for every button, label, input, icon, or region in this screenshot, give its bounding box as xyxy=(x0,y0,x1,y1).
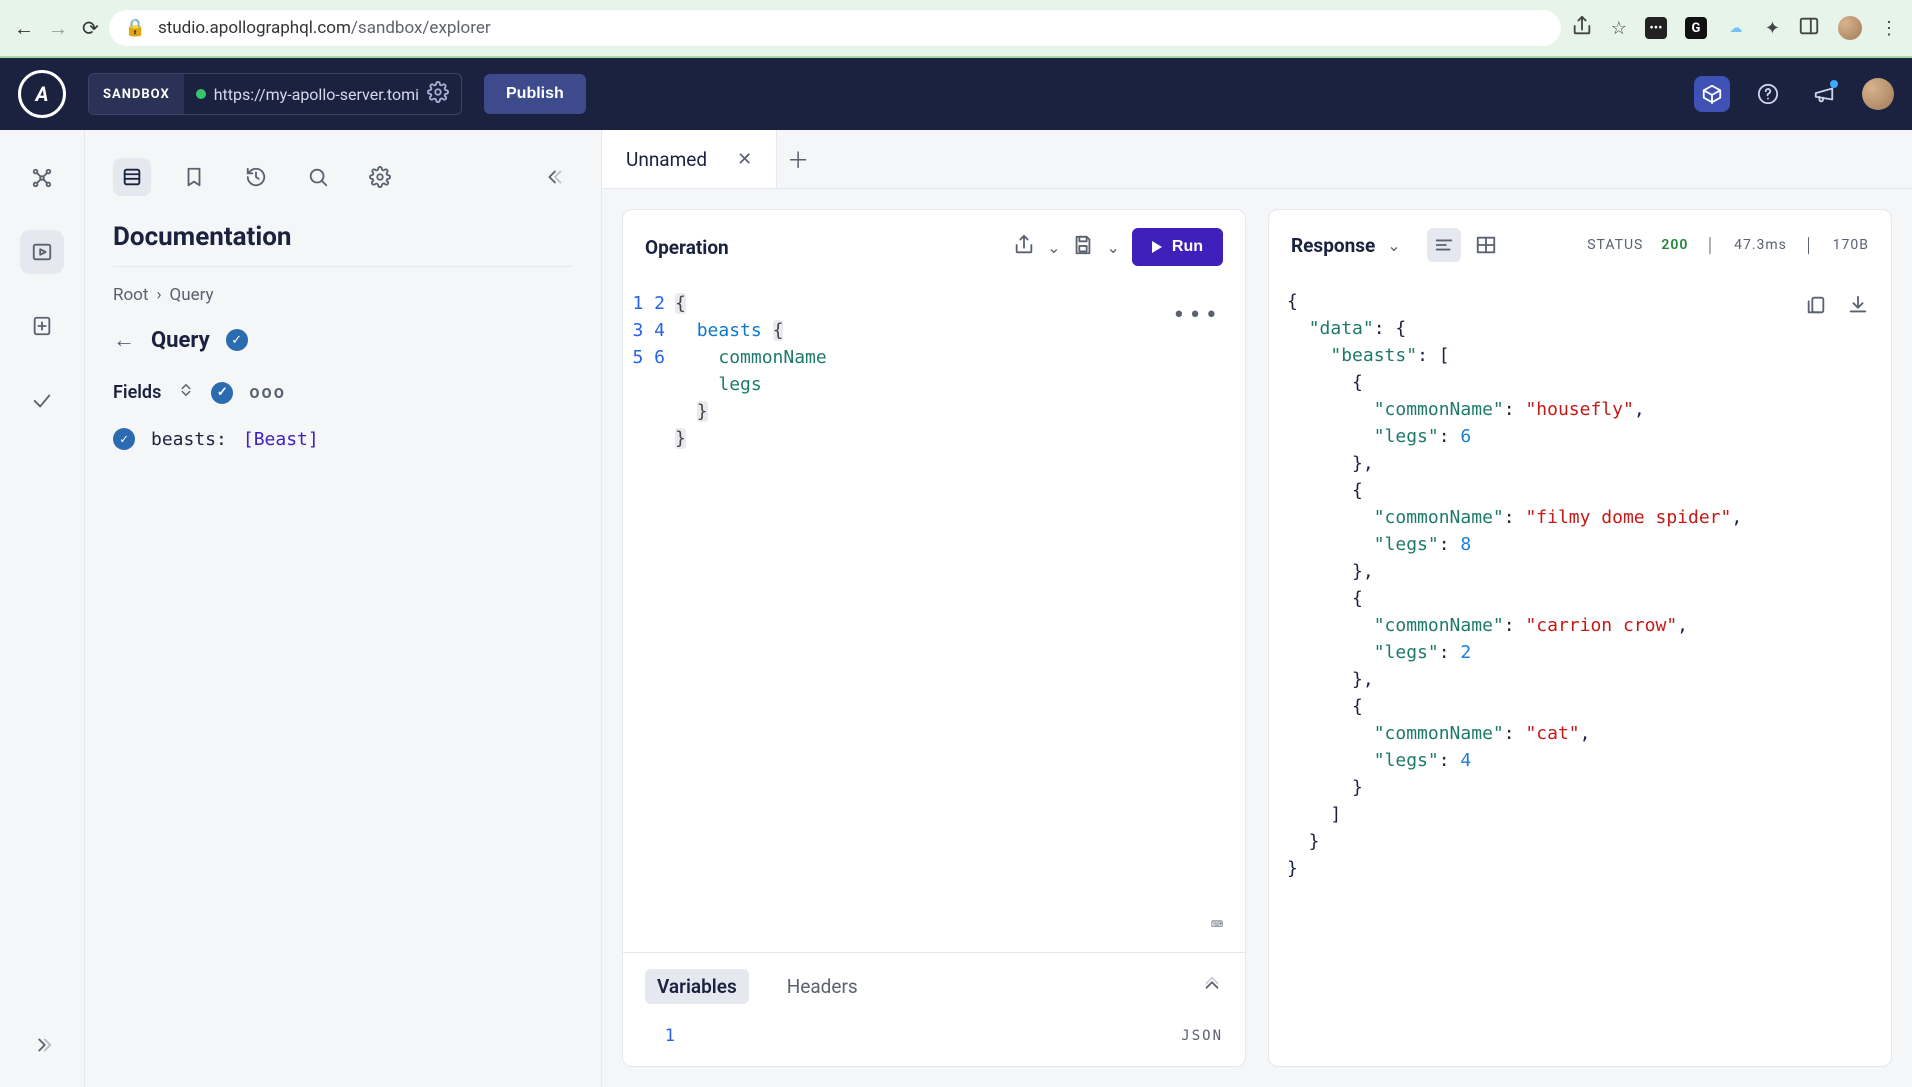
download-response-icon[interactable] xyxy=(1847,294,1869,324)
help-icon[interactable] xyxy=(1750,76,1786,112)
rail-diff-icon[interactable] xyxy=(20,304,64,348)
field-type: [Beast] xyxy=(243,429,319,450)
collapse-doc-icon[interactable] xyxy=(535,158,573,196)
response-body[interactable]: { "data": { "beasts": [ { "commonName": … xyxy=(1269,280,1891,1066)
check-badge-icon[interactable]: ✓ xyxy=(226,329,248,351)
ext-3-icon[interactable]: ☁︎ xyxy=(1725,17,1747,39)
announcements-icon[interactable] xyxy=(1806,76,1842,112)
response-heading: Response xyxy=(1291,234,1375,257)
status-dot-icon xyxy=(196,89,206,99)
lock-icon: 🔒 xyxy=(125,18,146,38)
status-code: 200 xyxy=(1661,237,1688,253)
run-button-label: Run xyxy=(1172,238,1203,256)
user-avatar[interactable] xyxy=(1862,78,1894,110)
doc-settings-icon[interactable] xyxy=(361,158,399,196)
sort-icon[interactable] xyxy=(177,381,195,404)
rail-schema-icon[interactable] xyxy=(20,156,64,200)
nav-forward-icon[interactable]: → xyxy=(48,16,68,41)
back-arrow-icon[interactable]: ← xyxy=(113,327,135,353)
field-name: beasts: xyxy=(151,429,227,450)
tab-add-button[interactable]: ＋ xyxy=(777,130,819,188)
breadcrumb: Root › Query xyxy=(113,285,573,305)
sandbox-badge: SANDBOX xyxy=(89,74,184,114)
line-gutter: 1 2 3 4 5 6 xyxy=(623,290,675,452)
field-check-icon[interactable]: ✓ xyxy=(113,428,135,450)
share-icon[interactable] xyxy=(1571,15,1593,42)
response-timing: 47.3ms xyxy=(1734,237,1787,253)
operation-tabbar: Unnamed ✕ ＋ xyxy=(602,130,1912,189)
tab-label: Unnamed xyxy=(626,148,707,171)
field-row[interactable]: ✓ beasts: [Beast] xyxy=(113,428,573,450)
left-rail xyxy=(0,130,85,1087)
doc-view-icon[interactable] xyxy=(113,158,151,196)
vars-line-number: 1 xyxy=(645,1026,675,1046)
tab-variables[interactable]: Variables xyxy=(645,969,749,1004)
keyboard-shortcuts-icon[interactable]: ⌨ xyxy=(1211,911,1223,938)
variables-panel: Variables Headers 1 JSON xyxy=(623,952,1245,1066)
response-dropdown-icon[interactable]: ⌄ xyxy=(1387,236,1400,255)
editor-overflow-icon[interactable]: ••• xyxy=(1172,302,1221,329)
url-host: studio.apollographql.com xyxy=(158,18,351,38)
rail-expand-icon[interactable] xyxy=(20,1023,64,1067)
operation-editor[interactable]: ••• 1 2 3 4 5 6 { beasts { commonName le… xyxy=(623,284,1245,952)
view-table-icon[interactable] xyxy=(1469,228,1503,262)
fields-label: Fields xyxy=(113,382,161,403)
status-label: STATUS xyxy=(1587,237,1643,253)
rail-checks-icon[interactable] xyxy=(20,378,64,422)
fields-check-icon[interactable]: ✓ xyxy=(211,382,233,404)
share-operation-icon[interactable] xyxy=(1013,234,1035,260)
breadcrumb-root[interactable]: Root xyxy=(113,285,148,305)
operation-panel: Operation ⌄ ⌄ Run ••• xyxy=(622,209,1246,1067)
response-size: 170B xyxy=(1833,237,1869,253)
topbar-primary-action[interactable] xyxy=(1694,76,1730,112)
save-menu-chevron-icon[interactable]: ⌄ xyxy=(1106,238,1119,257)
view-json-icon[interactable] xyxy=(1427,228,1461,262)
app-topbar: A SANDBOX https://my-apollo-server.tomi … xyxy=(0,58,1912,130)
bookmark-icon[interactable] xyxy=(175,158,213,196)
query-type-title: Query xyxy=(151,328,210,353)
history-icon[interactable] xyxy=(237,158,275,196)
star-icon[interactable]: ☆ xyxy=(1611,18,1627,39)
url-path: /sandbox/explorer xyxy=(351,18,491,38)
apollo-logo[interactable]: A xyxy=(18,70,66,118)
notification-dot-icon xyxy=(1830,80,1838,88)
fields-heading: Fields ✓ ooo xyxy=(113,381,573,404)
vars-format-label: JSON xyxy=(1181,1028,1223,1044)
tab-unnamed[interactable]: Unnamed ✕ xyxy=(602,130,777,188)
save-operation-icon[interactable] xyxy=(1072,234,1094,260)
side-panel-icon[interactable] xyxy=(1798,15,1820,42)
breadcrumb-query[interactable]: Query xyxy=(170,285,214,305)
collapse-vars-icon[interactable] xyxy=(1201,974,1223,1000)
operation-heading: Operation xyxy=(645,236,729,259)
nav-reload-icon[interactable]: ⟳ xyxy=(82,16,99,40)
chrome-menu-icon[interactable]: ⋮ xyxy=(1880,18,1898,39)
ext-2-icon[interactable]: G xyxy=(1685,17,1707,39)
fields-more-icon[interactable]: ooo xyxy=(249,382,286,403)
search-icon[interactable] xyxy=(299,158,337,196)
sandbox-endpoint: SANDBOX https://my-apollo-server.tomi xyxy=(88,73,462,115)
documentation-pane: Documentation Root › Query ← Query ✓ Fie… xyxy=(85,130,602,1087)
publish-button[interactable]: Publish xyxy=(484,74,586,114)
tab-headers[interactable]: Headers xyxy=(775,969,870,1004)
server-url[interactable]: https://my-apollo-server.tomi xyxy=(214,85,419,104)
run-button[interactable]: Run xyxy=(1132,228,1223,266)
ext-1-icon[interactable]: ••• xyxy=(1645,17,1667,39)
nav-back-icon[interactable]: ← xyxy=(14,16,34,41)
response-status: STATUS 200 │ 47.3ms │ 170B xyxy=(1587,237,1869,254)
operation-code[interactable]: { beasts { commonName legs } } xyxy=(675,290,1245,452)
chevron-right-icon: › xyxy=(156,285,161,305)
endpoint-settings-icon[interactable] xyxy=(427,81,449,107)
documentation-title: Documentation xyxy=(113,222,573,267)
chrome-actions: ☆ ••• G ☁︎ ✦ ⋮ xyxy=(1571,15,1898,42)
rail-explorer-icon[interactable] xyxy=(20,230,64,274)
response-json: { "data": { "beasts": [ { "commonName": … xyxy=(1287,288,1873,882)
browser-chrome: ← → ⟳ 🔒 studio.apollographql.com/sandbox… xyxy=(0,0,1912,58)
share-menu-chevron-icon[interactable]: ⌄ xyxy=(1047,238,1060,257)
omnibox[interactable]: 🔒 studio.apollographql.com/sandbox/explo… xyxy=(109,10,1561,46)
chrome-avatar[interactable] xyxy=(1838,16,1862,40)
extensions-icon[interactable]: ✦ xyxy=(1765,18,1780,39)
copy-response-icon[interactable] xyxy=(1805,294,1827,324)
tab-close-icon[interactable]: ✕ xyxy=(737,149,752,170)
response-panel: Response ⌄ STATUS xyxy=(1268,209,1892,1067)
